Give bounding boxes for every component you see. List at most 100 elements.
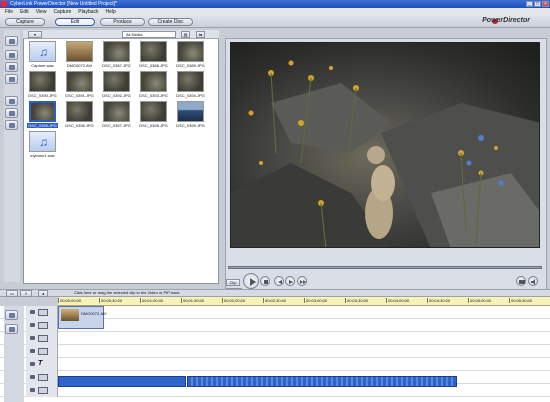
ruler-tick-label: 00;02;30;00: [263, 298, 287, 303]
ruler-tick-label: 00;03;00;00: [304, 298, 328, 303]
menu-playback[interactable]: Playback: [78, 8, 98, 16]
ruler-tick-label: 00;03;30;00: [345, 298, 369, 303]
tools-button[interactable]: [5, 324, 18, 334]
effect-track[interactable]: [0, 345, 550, 358]
effect-icon: [9, 53, 15, 58]
snapshot-button[interactable]: [516, 276, 526, 286]
media-thumbnail[interactable]: DSC_0398.JPG: [138, 100, 169, 130]
clip-mode-toggle[interactable]: Clip: [226, 279, 240, 286]
menu-bar: File Edit View Capture Playback Help: [0, 8, 550, 16]
media-thumbnail[interactable]: DSC_0390.JPG: [27, 70, 58, 100]
media-thumbnail[interactable]: DSC_0391.JPG: [64, 70, 95, 100]
media-thumbnail[interactable]: DSC_0392.JPG: [101, 70, 132, 100]
media-thumbnail[interactable]: DSC_0388.JPG: [138, 40, 169, 70]
effect-room-button[interactable]: [5, 50, 18, 60]
timeline-view-button[interactable]: ≡: [20, 290, 32, 297]
media-preview-image: [140, 71, 167, 92]
media-thumbnail[interactable]: DSC_0399.JPG: [175, 100, 206, 130]
next-frame-button[interactable]: [285, 276, 295, 286]
previous-frame-button[interactable]: [274, 276, 284, 286]
lock-icon[interactable]: [30, 375, 35, 379]
pip-room-button[interactable]: [5, 62, 18, 72]
media-preview-image: [66, 71, 93, 92]
preview-scrub-bar[interactable]: [228, 266, 542, 269]
transition-room-button[interactable]: [5, 96, 18, 106]
lock-icon[interactable]: [30, 362, 35, 366]
media-preview-image: [140, 101, 167, 122]
audio-room-button[interactable]: [5, 108, 18, 118]
media-thumbnail[interactable]: DSC_0393.JPG: [138, 70, 169, 100]
media-thumbnail[interactable]: DSC_0389.JPG: [175, 40, 206, 70]
pip-track[interactable]: [0, 332, 550, 345]
menu-help[interactable]: Help: [106, 8, 116, 16]
chapter-room-button[interactable]: [5, 120, 18, 130]
menu-capture[interactable]: Capture: [53, 8, 71, 16]
media-thumbnail[interactable]: DSC_0396.JPG: [64, 100, 95, 130]
ruler-tick-label: 00;01;30;00: [181, 298, 205, 303]
media-label: DSC_0392.JPG: [102, 93, 131, 98]
lock-icon[interactable]: [30, 310, 35, 314]
lock-icon[interactable]: [30, 336, 35, 340]
media-thumbnail[interactable]: DMG0072.AVI: [64, 40, 95, 70]
menu-file[interactable]: File: [5, 8, 13, 16]
menu-view[interactable]: View: [36, 8, 47, 16]
media-preview-image: [29, 101, 56, 122]
close-button[interactable]: ×: [542, 1, 549, 7]
create-disc-mode-button[interactable]: Create Disc: [148, 18, 193, 26]
rewind-icon: [278, 280, 282, 284]
lock-icon[interactable]: [30, 388, 35, 392]
media-thumbnail[interactable]: DSC_0394.JPG: [175, 70, 206, 100]
media-label: DSC_0389.JPG: [176, 63, 205, 68]
edit-mode-button[interactable]: Edit: [55, 18, 95, 26]
title-room-button[interactable]: [5, 74, 18, 84]
play-button[interactable]: [243, 273, 259, 289]
volume-button[interactable]: [528, 276, 538, 286]
app-icon: [1, 1, 7, 7]
pip-track-icon: [38, 335, 48, 342]
fit-timeline-button[interactable]: ◂: [38, 290, 48, 297]
magic-wand-button[interactable]: [5, 310, 18, 320]
maximize-button[interactable]: □: [534, 1, 541, 7]
timeline-ruler[interactable]: 00;00;00;00 00;00;30;00 00;01;00;00 00;01;3…: [58, 297, 550, 306]
library-options-button[interactable]: ⇆: [196, 31, 205, 38]
media-thumbnail[interactable]: mybono1.wav: [27, 130, 58, 160]
minimize-button[interactable]: _: [526, 1, 533, 7]
ruler-tick-label: 00;05;30;00: [509, 298, 533, 303]
audio-clip[interactable]: [187, 376, 457, 387]
storyboard-view-button[interactable]: ▭: [6, 290, 18, 297]
room-toolbar: [4, 30, 20, 282]
produce-mode-button[interactable]: Produce: [100, 18, 145, 26]
audio-clip[interactable]: [58, 376, 186, 387]
media-label: DSC_0388.JPG: [139, 63, 168, 68]
media-label: mybono1.wav: [30, 153, 55, 158]
title-track-icon: T: [38, 360, 43, 367]
speaker-icon: [531, 279, 535, 285]
menu-edit[interactable]: Edit: [20, 8, 29, 16]
ruler-tick-label: 00;00;30;00: [99, 298, 123, 303]
lock-icon[interactable]: [30, 349, 35, 353]
capture-mode-button[interactable]: Capture: [5, 18, 45, 26]
media-thumbnail[interactable]: Capture.wav: [27, 40, 58, 70]
media-icon: [9, 39, 15, 44]
library-view-button[interactable]: ▤: [181, 31, 190, 38]
media-thumbnail[interactable]: DSC_0397.JPG: [101, 100, 132, 130]
window-title: CyberLink PowerDirector [New Untitled Pr…: [10, 1, 117, 7]
title-track[interactable]: T: [0, 358, 550, 371]
media-thumbnail[interactable]: DSC_0387.JPG: [101, 40, 132, 70]
stop-button[interactable]: [260, 276, 270, 286]
media-preview-image: [66, 101, 93, 122]
clip-label: DMG0072.AVI: [81, 311, 107, 316]
media-filter-select[interactable]: All Media: [122, 31, 176, 38]
video-clip[interactable]: DMG0072.AVI: [58, 306, 107, 329]
timeline-tools: [4, 306, 24, 402]
ruler-tick-label: 00;05;00;00: [468, 298, 492, 303]
speaker-track-icon: [38, 322, 48, 329]
import-media-button[interactable]: ▾: [28, 31, 42, 38]
media-thumbnail[interactable]: DSC_0395.JPG: [27, 100, 58, 130]
audio-icon: [9, 111, 15, 116]
lock-icon[interactable]: [30, 323, 35, 327]
fast-forward-button[interactable]: [297, 276, 307, 286]
media-room-button[interactable]: [5, 36, 18, 46]
ruler-tick-label: 00;01;00;00: [140, 298, 164, 303]
media-label: DSC_0394.JPG: [176, 93, 205, 98]
